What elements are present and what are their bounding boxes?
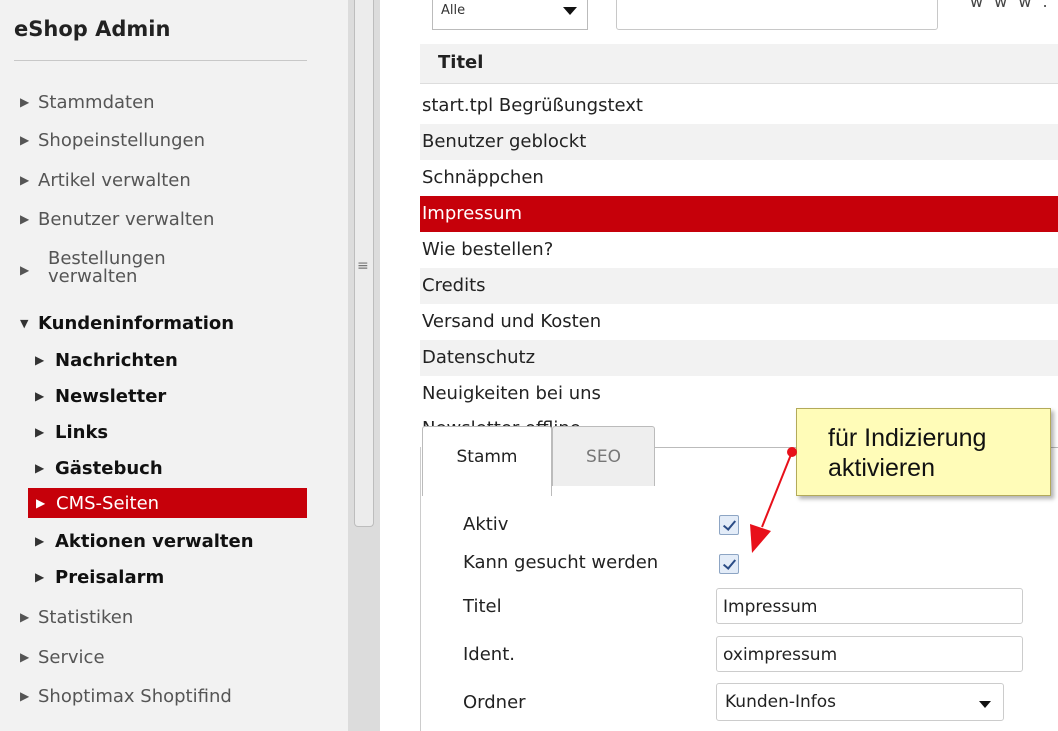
triangle-right-icon: ▶ — [36, 496, 46, 510]
menu-item-artikel-verwalten[interactable]: ▶ Artikel verwalten — [20, 170, 191, 191]
menu-item-stammdaten[interactable]: ▶ Stammdaten — [20, 92, 155, 113]
triangle-right-icon: ▶ — [35, 425, 45, 439]
ordner-select-value: Kunden-Infos — [725, 692, 837, 712]
list-header[interactable]: Titel — [420, 44, 1058, 84]
sub-item-label: Preisalarm — [55, 567, 165, 588]
menu-item-statistiken[interactable]: ▶ Statistiken — [20, 607, 133, 628]
sub-item-cms-seiten[interactable]: ▶ CMS-Seiten — [28, 488, 307, 518]
sub-item-gaestebuch[interactable]: ▶ Gästebuch — [35, 458, 163, 479]
sub-item-label: Aktionen verwalten — [55, 531, 254, 552]
list-row-selected[interactable]: Impressum — [420, 196, 1058, 232]
menu-item-label-line2: verwalten — [48, 266, 138, 287]
title-divider — [14, 60, 307, 61]
ident-label: Ident. — [463, 644, 515, 665]
triangle-right-icon: ▶ — [20, 133, 30, 147]
filter-input[interactable] — [616, 0, 938, 30]
list-row[interactable]: Credits — [420, 268, 1058, 304]
triangle-right-icon: ▶ — [20, 650, 30, 664]
sub-item-label: Nachrichten — [55, 350, 178, 371]
tab-stamm[interactable]: Stamm — [422, 426, 552, 496]
suchbar-label: Kann gesucht werden — [463, 552, 659, 573]
list-row[interactable]: Wie bestellen? — [420, 232, 1058, 268]
sidebar: eShop Admin ▶ Stammdaten ▶ Shopeinstellung… — [0, 0, 348, 731]
sub-item-links[interactable]: ▶ Links — [35, 422, 108, 443]
triangle-right-icon: ▶ — [20, 173, 30, 187]
titel-input[interactable]: Impressum — [716, 588, 1023, 624]
list-row[interactable]: Versand und Kosten — [420, 304, 1058, 340]
tab-seo[interactable]: SEO — [552, 426, 655, 486]
menu-item-label: Kundeninformation — [38, 313, 235, 334]
triangle-right-icon: ▶ — [35, 461, 45, 475]
list-row[interactable]: Datenschutz — [420, 340, 1058, 376]
ident-input[interactable]: oximpressum — [716, 636, 1023, 672]
list-row[interactable]: Neuigkeiten bei uns — [420, 376, 1058, 412]
app-title: eShop Admin — [14, 17, 171, 41]
suchbar-checkbox[interactable] — [719, 554, 739, 574]
menu-item-label: Shoptimax Shoptifind — [38, 686, 232, 707]
menu-item-label: Artikel verwalten — [38, 170, 191, 191]
aktiv-label: Aktiv — [463, 514, 509, 535]
aktiv-checkbox[interactable] — [719, 515, 739, 535]
sub-item-preisalarm[interactable]: ▶ Preisalarm — [35, 567, 164, 588]
column-header-titel[interactable]: Titel — [438, 52, 483, 73]
menu-item-label: Stammdaten — [38, 92, 155, 113]
menu-item-label: Benutzer verwalten — [38, 209, 215, 230]
triangle-right-icon: ▶ — [35, 353, 45, 367]
ordner-label: Ordner — [463, 692, 526, 713]
ordner-select[interactable]: Kunden-Infos — [716, 683, 1004, 721]
triangle-right-icon: ▶ — [20, 263, 30, 277]
triangle-right-icon: ▶ — [20, 212, 30, 226]
menu-item-service[interactable]: ▶ Service — [20, 647, 105, 668]
filter-select[interactable]: Alle — [432, 0, 588, 30]
dropdown-arrow-icon — [979, 701, 991, 708]
menu-item-benutzer-verwalten[interactable]: ▶ Benutzer verwalten — [20, 209, 214, 230]
sub-item-nachrichten[interactable]: ▶ Nachrichten — [35, 350, 178, 371]
filter-select-value: Alle — [441, 3, 466, 18]
menu-item-shoptimax-shoptifind[interactable]: ▶ Shoptimax Shoptifind — [20, 686, 232, 707]
list-row[interactable]: start.tpl Begrüßungstext — [420, 88, 1058, 124]
content-gutter — [380, 0, 420, 731]
menu-item-shopeinstellungen[interactable]: ▶ Shopeinstellungen — [20, 130, 205, 151]
sub-item-label: Newsletter — [55, 386, 167, 407]
sub-item-aktionen-verwalten[interactable]: ▶ Aktionen verwalten — [35, 531, 254, 552]
triangle-right-icon: ▶ — [35, 534, 45, 548]
triangle-right-icon: ▶ — [20, 95, 30, 109]
sub-item-label: Gästebuch — [55, 458, 163, 479]
callout-line2: aktivieren — [828, 454, 935, 482]
sub-item-label: CMS-Seiten — [56, 493, 160, 514]
callout-line1: für Indizierung — [828, 424, 987, 452]
frame-divider[interactable] — [348, 0, 380, 731]
list-row[interactable]: Schnäppchen — [420, 160, 1058, 196]
titel-label: Titel — [463, 596, 502, 617]
triangle-right-icon: ▶ — [20, 689, 30, 703]
list-row[interactable]: Benutzer geblockt — [420, 124, 1058, 160]
menu-item-label: Statistiken — [38, 607, 134, 628]
menu-item-label: Bestellungen verwalten — [48, 250, 166, 286]
menu-item-label: Shopeinstellungen — [38, 130, 205, 151]
menu-item-label: Service — [38, 647, 105, 668]
url-fragment: w w w . — [970, 0, 1051, 11]
sub-item-newsletter[interactable]: ▶ Newsletter — [35, 386, 166, 407]
triangle-right-icon: ▶ — [35, 389, 45, 403]
sub-item-label: Links — [55, 422, 109, 443]
triangle-right-icon: ▶ — [20, 610, 30, 624]
triangle-down-icon: ▼ — [20, 317, 29, 330]
menu-item-kundeninformation[interactable]: ▼ Kundeninformation — [20, 314, 234, 334]
resize-grip-icon[interactable]: ≡ — [357, 258, 369, 274]
dropdown-arrow-icon — [563, 7, 577, 15]
triangle-right-icon: ▶ — [35, 570, 45, 584]
annotation-callout: für Indizierung aktivieren — [796, 408, 1051, 496]
